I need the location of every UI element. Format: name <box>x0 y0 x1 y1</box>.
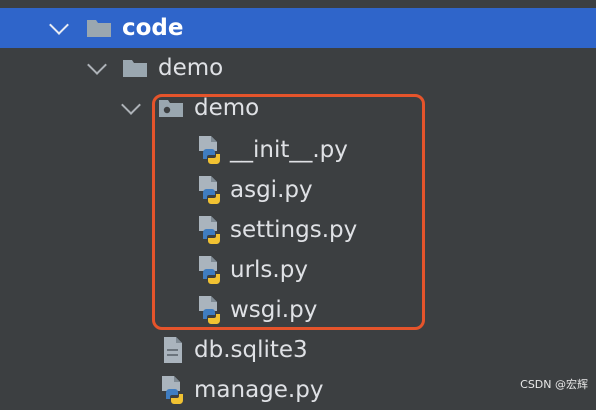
tree-row-db-sqlite3[interactable]: db.sqlite3 <box>0 330 596 370</box>
tree-item-label: db.sqlite3 <box>194 337 308 363</box>
highlight-annotation-box <box>152 94 425 330</box>
tree-item-label: code <box>122 15 184 41</box>
tree-row-demo[interactable]: demo <box>0 48 596 88</box>
watermark-text: CSDN @宏辉 <box>520 378 588 391</box>
chevron-down-icon[interactable] <box>121 95 141 115</box>
chevron-down-icon[interactable] <box>49 15 69 35</box>
tree-item-label: demo <box>158 55 224 81</box>
file-icon <box>160 335 186 365</box>
tree-row-code[interactable]: code <box>0 8 596 48</box>
tree-row-manage-py[interactable]: manage.py <box>0 370 596 410</box>
top-edge <box>0 0 596 7</box>
tree-item-label: manage.py <box>194 377 324 403</box>
project-tree: code demo demo __init__.py asgi.py setti… <box>0 0 596 402</box>
folder-icon <box>122 58 148 78</box>
chevron-down-icon[interactable] <box>87 55 107 75</box>
folder-icon <box>86 18 112 38</box>
python-file-icon <box>160 375 186 405</box>
